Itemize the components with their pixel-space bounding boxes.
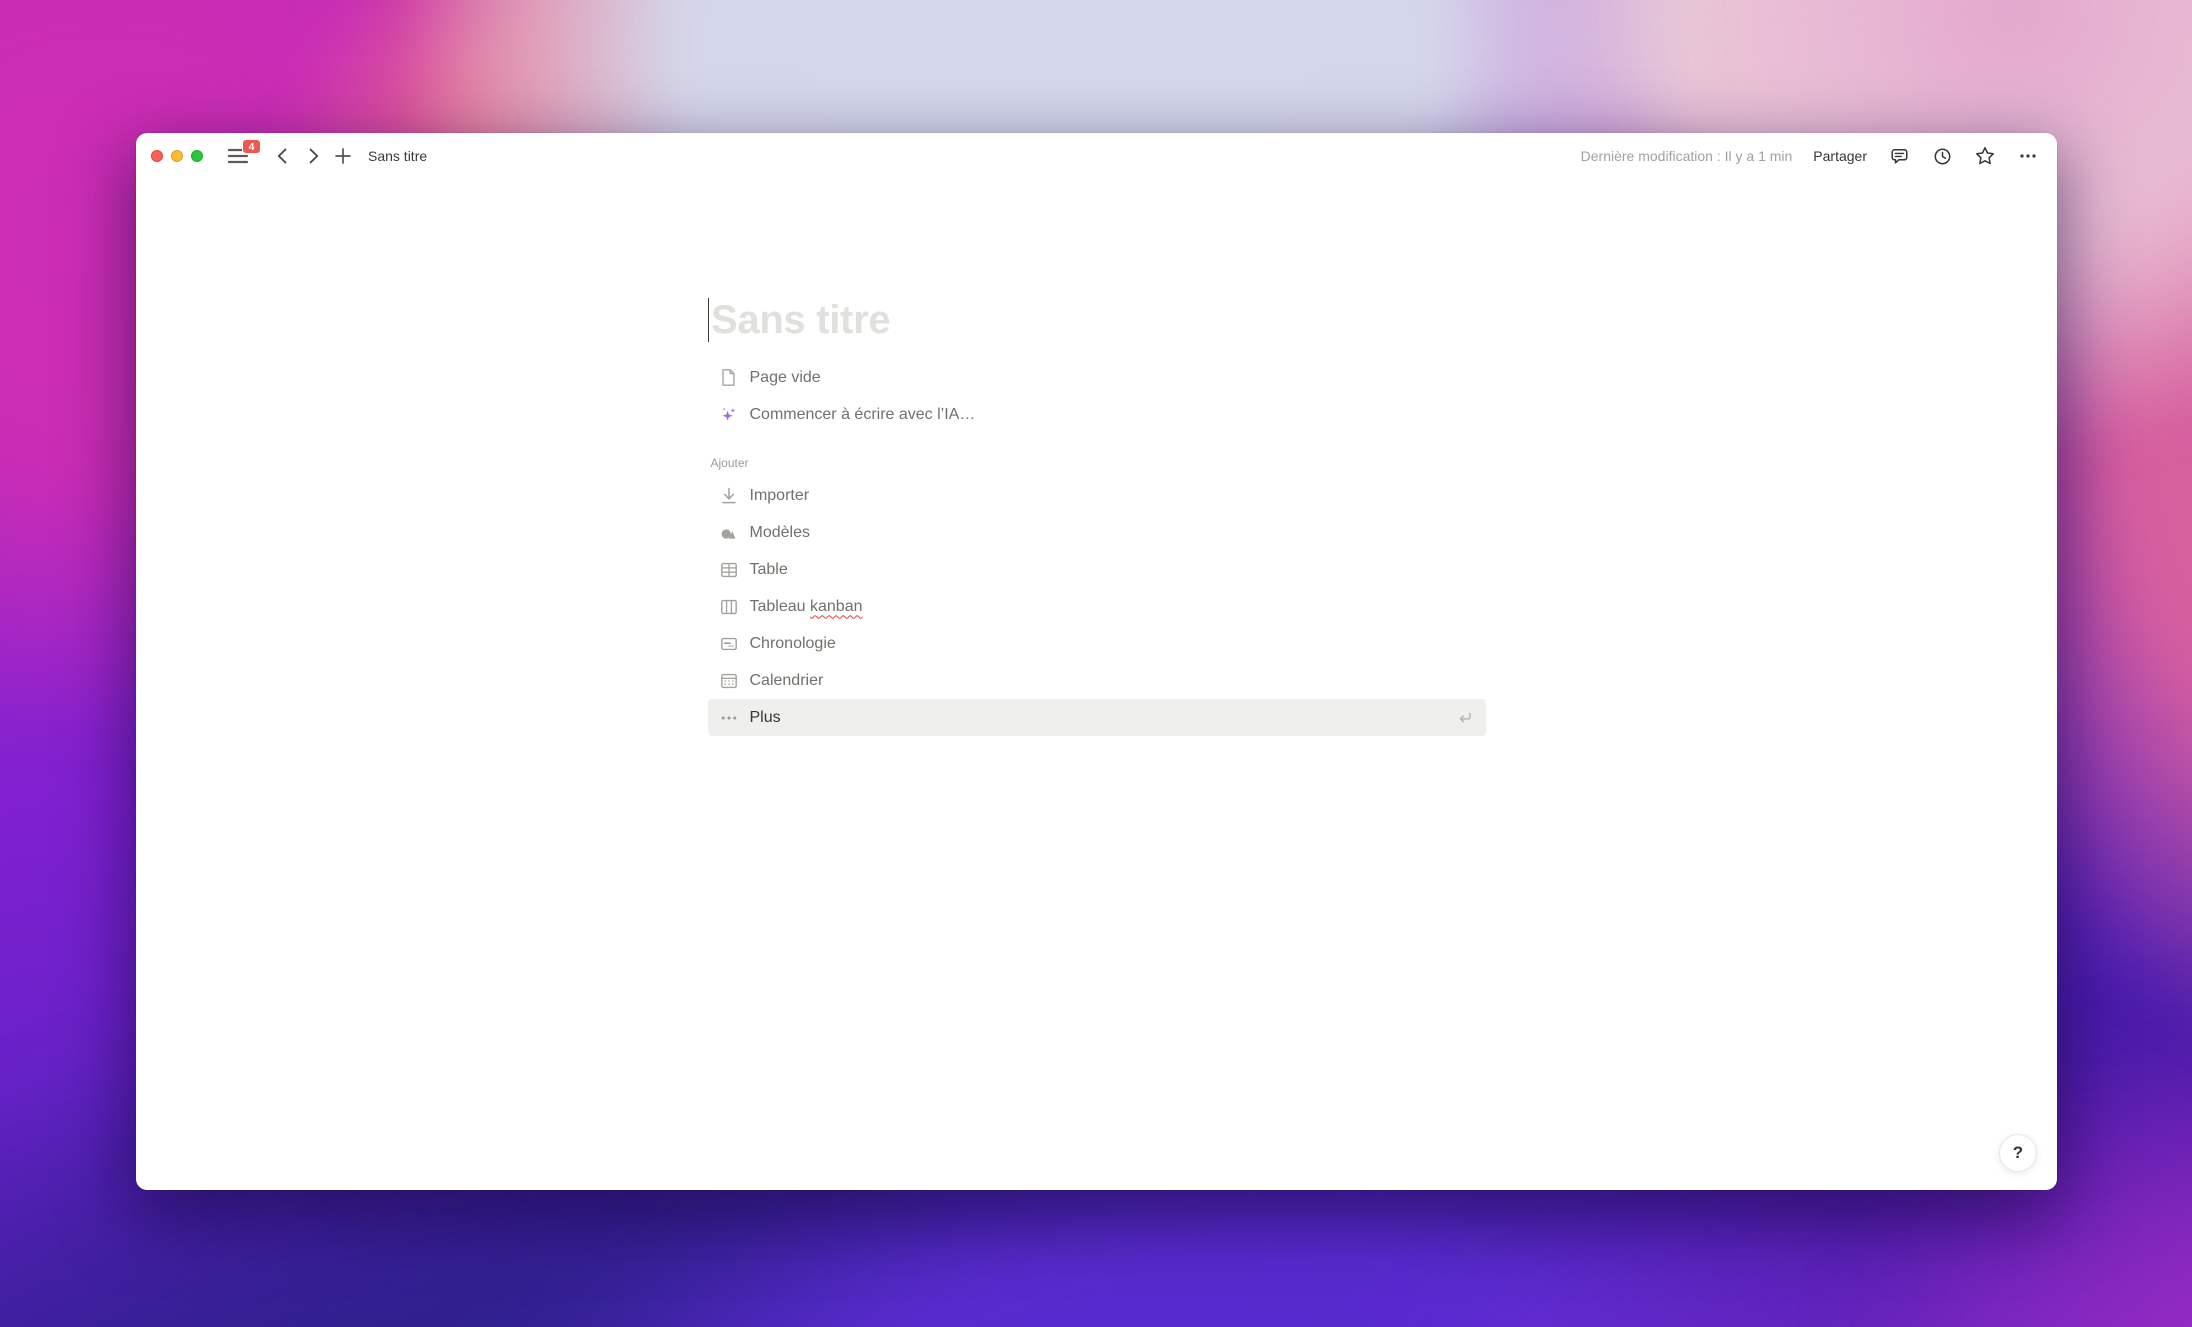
breadcrumb-page-title[interactable]: Sans titre bbox=[368, 148, 427, 164]
menu-item-label: Plus bbox=[749, 708, 781, 726]
forward-button[interactable] bbox=[300, 143, 326, 169]
menu-item-label: Calendrier bbox=[749, 671, 824, 689]
menu-item-label: Table bbox=[749, 560, 788, 578]
update-count-badge: 4 bbox=[242, 139, 261, 154]
history-button[interactable] bbox=[1931, 145, 1953, 167]
window-toolbar: 4 Sans titre Dernière modification: Il … bbox=[136, 133, 2057, 179]
menu-item-tableau-kanban[interactable]: Tableau kanban bbox=[708, 588, 1486, 625]
zoom-window-button[interactable] bbox=[191, 150, 203, 162]
return-key-icon bbox=[1456, 709, 1474, 727]
back-button[interactable] bbox=[270, 143, 296, 169]
comment-icon bbox=[1889, 146, 1910, 167]
plus-icon bbox=[333, 146, 353, 166]
menu-item-page-vide[interactable]: Page vide bbox=[708, 359, 1486, 396]
menu-item-label: Tableau kanban bbox=[749, 597, 863, 615]
page-content: Sans titre Page vide Commencer à écrire … bbox=[707, 133, 1486, 736]
menu-item-label: Commencer à écrire avec l’IA… bbox=[749, 405, 976, 423]
more-options-button[interactable] bbox=[2017, 145, 2039, 167]
chevron-left-icon bbox=[273, 146, 293, 166]
menu-item-label: Page vide bbox=[749, 368, 821, 386]
kanban-icon bbox=[718, 596, 740, 618]
page-title-editor[interactable]: Sans titre bbox=[707, 296, 1486, 344]
more-icon bbox=[718, 707, 740, 729]
minimize-window-button[interactable] bbox=[171, 150, 183, 162]
share-button[interactable]: Partager bbox=[1813, 148, 1867, 164]
sidebar-toggle-button[interactable]: 4 bbox=[228, 139, 261, 168]
favorite-button[interactable] bbox=[1974, 145, 1996, 167]
templates-icon bbox=[718, 522, 740, 544]
section-label-ajouter: Ajouter bbox=[710, 456, 749, 470]
comments-button[interactable] bbox=[1888, 145, 1910, 167]
menu-item-ai-write[interactable]: Commencer à écrire avec l’IA… bbox=[708, 396, 1486, 433]
menu-item-table[interactable]: Table bbox=[708, 551, 1486, 588]
calendar-icon bbox=[718, 670, 740, 692]
text-caret bbox=[707, 298, 709, 342]
page-icon bbox=[718, 367, 740, 389]
menu-item-importer[interactable]: Importer bbox=[708, 477, 1486, 514]
menu-item-label: Importer bbox=[749, 486, 810, 504]
menu-item-label: Chronologie bbox=[749, 634, 836, 652]
question-mark-icon: ? bbox=[2012, 1143, 2024, 1162]
menu-item-plus[interactable]: Plus bbox=[707, 699, 1486, 736]
toolbar-right-group: Dernière modification : Il y a 1 min Par… bbox=[1581, 145, 2039, 167]
primary-actions: Page vide Commencer à écrire avec l’IA… bbox=[708, 359, 1486, 433]
ai-sparkle-icon bbox=[718, 404, 740, 426]
clock-icon bbox=[1932, 146, 1953, 167]
notion-window: 4 Sans titre Dernière modification: Il … bbox=[136, 133, 2057, 1190]
ellipsis-icon bbox=[2018, 146, 2038, 166]
menu-item-chronologie[interactable]: Chronologie bbox=[708, 625, 1486, 662]
close-window-button[interactable] bbox=[151, 150, 163, 162]
traffic-lights bbox=[151, 150, 203, 162]
table-icon bbox=[718, 559, 740, 581]
help-button[interactable]: ? bbox=[1999, 1134, 2037, 1172]
new-page-button[interactable] bbox=[330, 143, 356, 169]
spellcheck-flagged-word: kanban bbox=[810, 597, 863, 615]
menu-item-modeles[interactable]: Modèles bbox=[708, 514, 1486, 551]
page-title-placeholder: Sans titre bbox=[711, 297, 891, 342]
chevron-right-icon bbox=[303, 146, 323, 166]
star-icon bbox=[1974, 145, 1996, 167]
menu-item-calendrier[interactable]: Calendrier bbox=[708, 662, 1486, 699]
timeline-icon bbox=[718, 633, 740, 655]
import-icon bbox=[718, 485, 740, 507]
add-actions: Importer Modèles Table Tableau kanban Ch… bbox=[707, 477, 1486, 736]
last-modified-text: Dernière modification : Il y a 1 min bbox=[1580, 148, 1793, 164]
menu-item-label: Modèles bbox=[749, 523, 810, 541]
